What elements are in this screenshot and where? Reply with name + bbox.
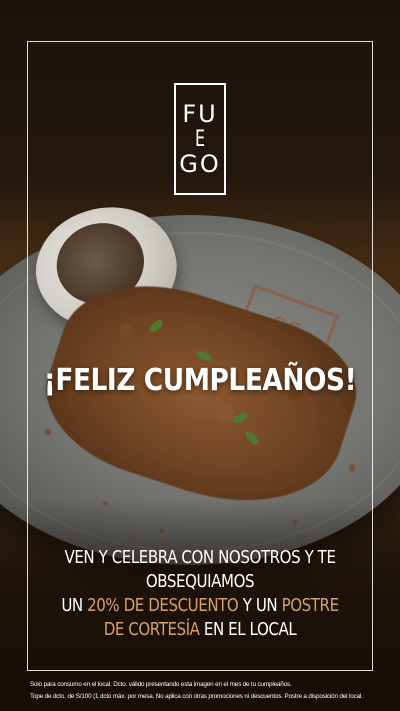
fine-print-line-1: Solo para consumo en el local. Dcto. vál…: [30, 681, 292, 688]
logo-text-top: FU: [182, 100, 218, 128]
offer-line-1: VEN Y CELEBRA CON NOSOTROS Y TE OBSEQUIA…: [64, 548, 336, 592]
offer-text: VEN Y CELEBRA CON NOSOTROS Y TE OBSEQUIA…: [28, 546, 372, 642]
fine-print-line-2: Tope de dcto. de S/100 (1 dcto máx. por …: [30, 693, 363, 700]
dessert-highlight: POSTRE: [281, 596, 339, 616]
offer-line-2: UN 20% DE DESCUENTO Y UN POSTRE: [28, 594, 372, 618]
offer-line-3-post: EN EL LOCAL: [199, 620, 297, 640]
discount-highlight: 20% DE DESCUENTO: [87, 596, 239, 616]
fuego-logo: FU E GO: [174, 83, 226, 195]
offer-line-2-mid: Y UN: [238, 596, 282, 616]
offer-line-3: DE CORTESÍA EN EL LOCAL: [28, 618, 372, 642]
logo-text-bottom: GO: [179, 150, 221, 178]
fine-print: Solo para consumo en el local. Dcto. vál…: [30, 679, 375, 703]
logo-text-mid: E: [194, 125, 206, 152]
headline: ¡FELIZ CUMPLEAÑOS!: [43, 363, 357, 398]
birthday-promo-image: GE FU E GO ¡FELIZ CUMPLEAÑOS! VEN Y CELE…: [0, 0, 400, 711]
courtesy-highlight: DE CORTESÍA: [103, 620, 200, 640]
offer-line-2-pre: UN: [61, 596, 88, 616]
